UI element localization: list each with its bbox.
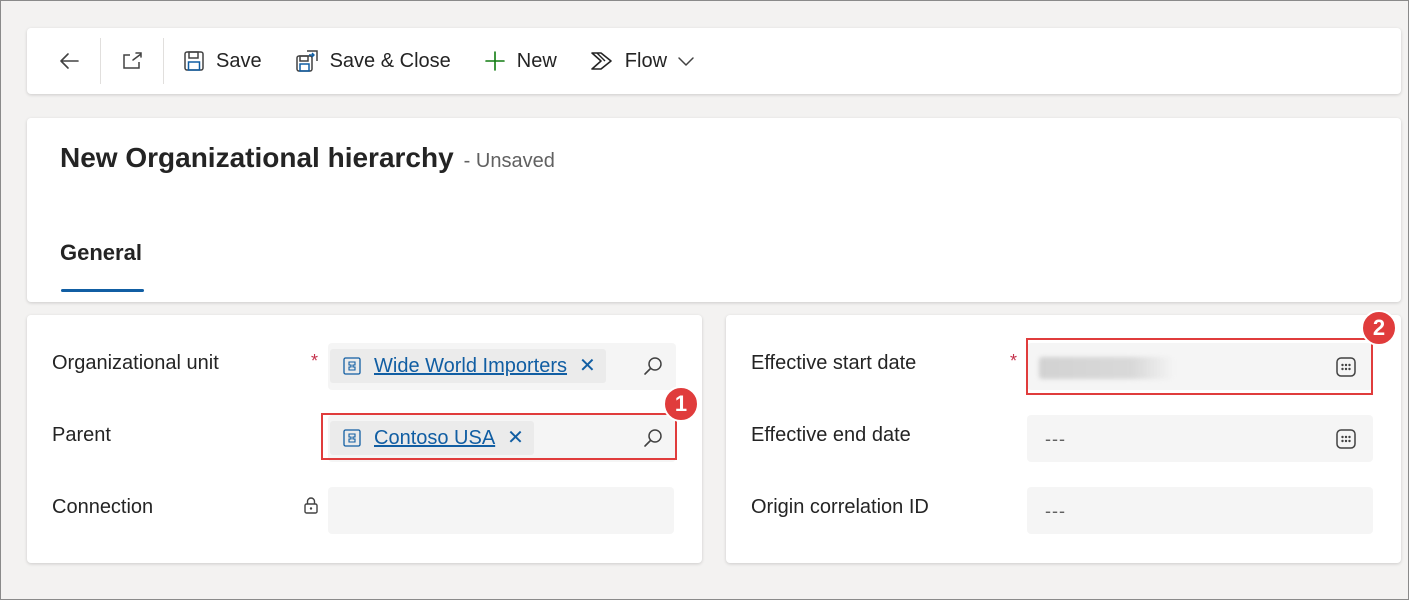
save-and-close-label: Save & Close	[329, 49, 451, 72]
organizational-unit-label: Organizational unit	[52, 352, 219, 374]
remove-organizational-unit-button[interactable]: ✕	[579, 356, 596, 376]
flow-button[interactable]: Flow	[579, 28, 671, 94]
new-button[interactable]: New	[473, 28, 567, 94]
organizational-unit-search-button[interactable]	[638, 351, 668, 381]
form-section-right: Effective start date * Effective end dat…	[726, 315, 1401, 563]
effective-end-date-label: Effective end date	[751, 424, 911, 446]
effective-start-date-calendar-button[interactable]	[1333, 354, 1359, 380]
command-bar: Save Save & Close New Flow	[27, 28, 1401, 94]
save-and-close-button[interactable]: Save & Close	[284, 28, 461, 94]
back-button[interactable]	[27, 28, 100, 94]
parent-label: Parent	[52, 424, 111, 446]
plus-icon	[484, 51, 505, 71]
required-indicator: *	[311, 351, 319, 371]
save-status: - Unsaved	[463, 150, 555, 172]
toolbar-divider	[163, 38, 164, 84]
origin-correlation-id-field[interactable]: ---	[1027, 487, 1373, 534]
effective-end-date-value: ---	[1045, 429, 1066, 449]
remove-parent-button[interactable]: ✕	[507, 428, 524, 448]
effective-end-date-field[interactable]: ---	[1027, 415, 1373, 462]
form-header: New Organizational hierarchy - Unsaved G…	[27, 118, 1401, 302]
connection-field	[328, 487, 674, 534]
organizational-unit-link[interactable]: Wide World Importers	[374, 355, 567, 378]
required-indicator: *	[1010, 351, 1018, 371]
entity-icon	[343, 429, 361, 447]
new-label: New	[516, 49, 557, 72]
search-icon	[644, 429, 662, 447]
effective-start-date-label: Effective start date	[751, 352, 917, 374]
flow-icon	[590, 52, 612, 70]
calendar-icon	[1336, 429, 1356, 449]
parent-link[interactable]: Contoso USA	[374, 427, 495, 450]
title-row: New Organizational hierarchy - Unsaved	[60, 142, 555, 174]
parent-field[interactable]: Contoso USA ✕	[328, 415, 676, 462]
entity-icon	[343, 357, 361, 375]
tab-general[interactable]: General	[60, 240, 142, 292]
parent-tag: Contoso USA ✕	[330, 421, 534, 455]
chevron-down-icon	[678, 57, 694, 66]
tab-selected-indicator	[61, 289, 144, 292]
search-icon	[644, 357, 662, 375]
effective-start-date-value-redacted	[1039, 357, 1174, 379]
save-icon	[184, 51, 204, 71]
save-and-close-icon	[295, 50, 318, 72]
organizational-unit-field[interactable]: Wide World Importers ✕	[328, 343, 676, 390]
flow-dropdown-button[interactable]	[671, 28, 701, 94]
organizational-unit-tag: Wide World Importers ✕	[330, 349, 606, 383]
form-section-left: Organizational unit * Wide World Importe…	[27, 315, 702, 563]
flow-label: Flow	[624, 49, 668, 72]
open-in-new-window-icon	[123, 52, 142, 69]
effective-start-date-field[interactable]	[1027, 343, 1373, 390]
connection-label: Connection	[52, 496, 154, 518]
origin-correlation-id-label: Origin correlation ID	[751, 496, 929, 518]
save-button[interactable]: Save	[172, 28, 272, 94]
callout-badge-1: 1	[663, 386, 699, 422]
calendar-icon	[1336, 357, 1356, 377]
effective-end-date-calendar-button[interactable]	[1333, 426, 1359, 452]
open-in-new-window-button[interactable]	[101, 28, 163, 94]
arrow-left-icon	[59, 53, 79, 69]
lock-icon	[304, 497, 318, 514]
callout-badge-2: 2	[1361, 310, 1397, 346]
page-title: New Organizational hierarchy	[60, 142, 454, 173]
origin-correlation-id-value: ---	[1045, 501, 1066, 521]
save-label: Save	[216, 49, 262, 72]
parent-search-button[interactable]	[638, 423, 668, 453]
